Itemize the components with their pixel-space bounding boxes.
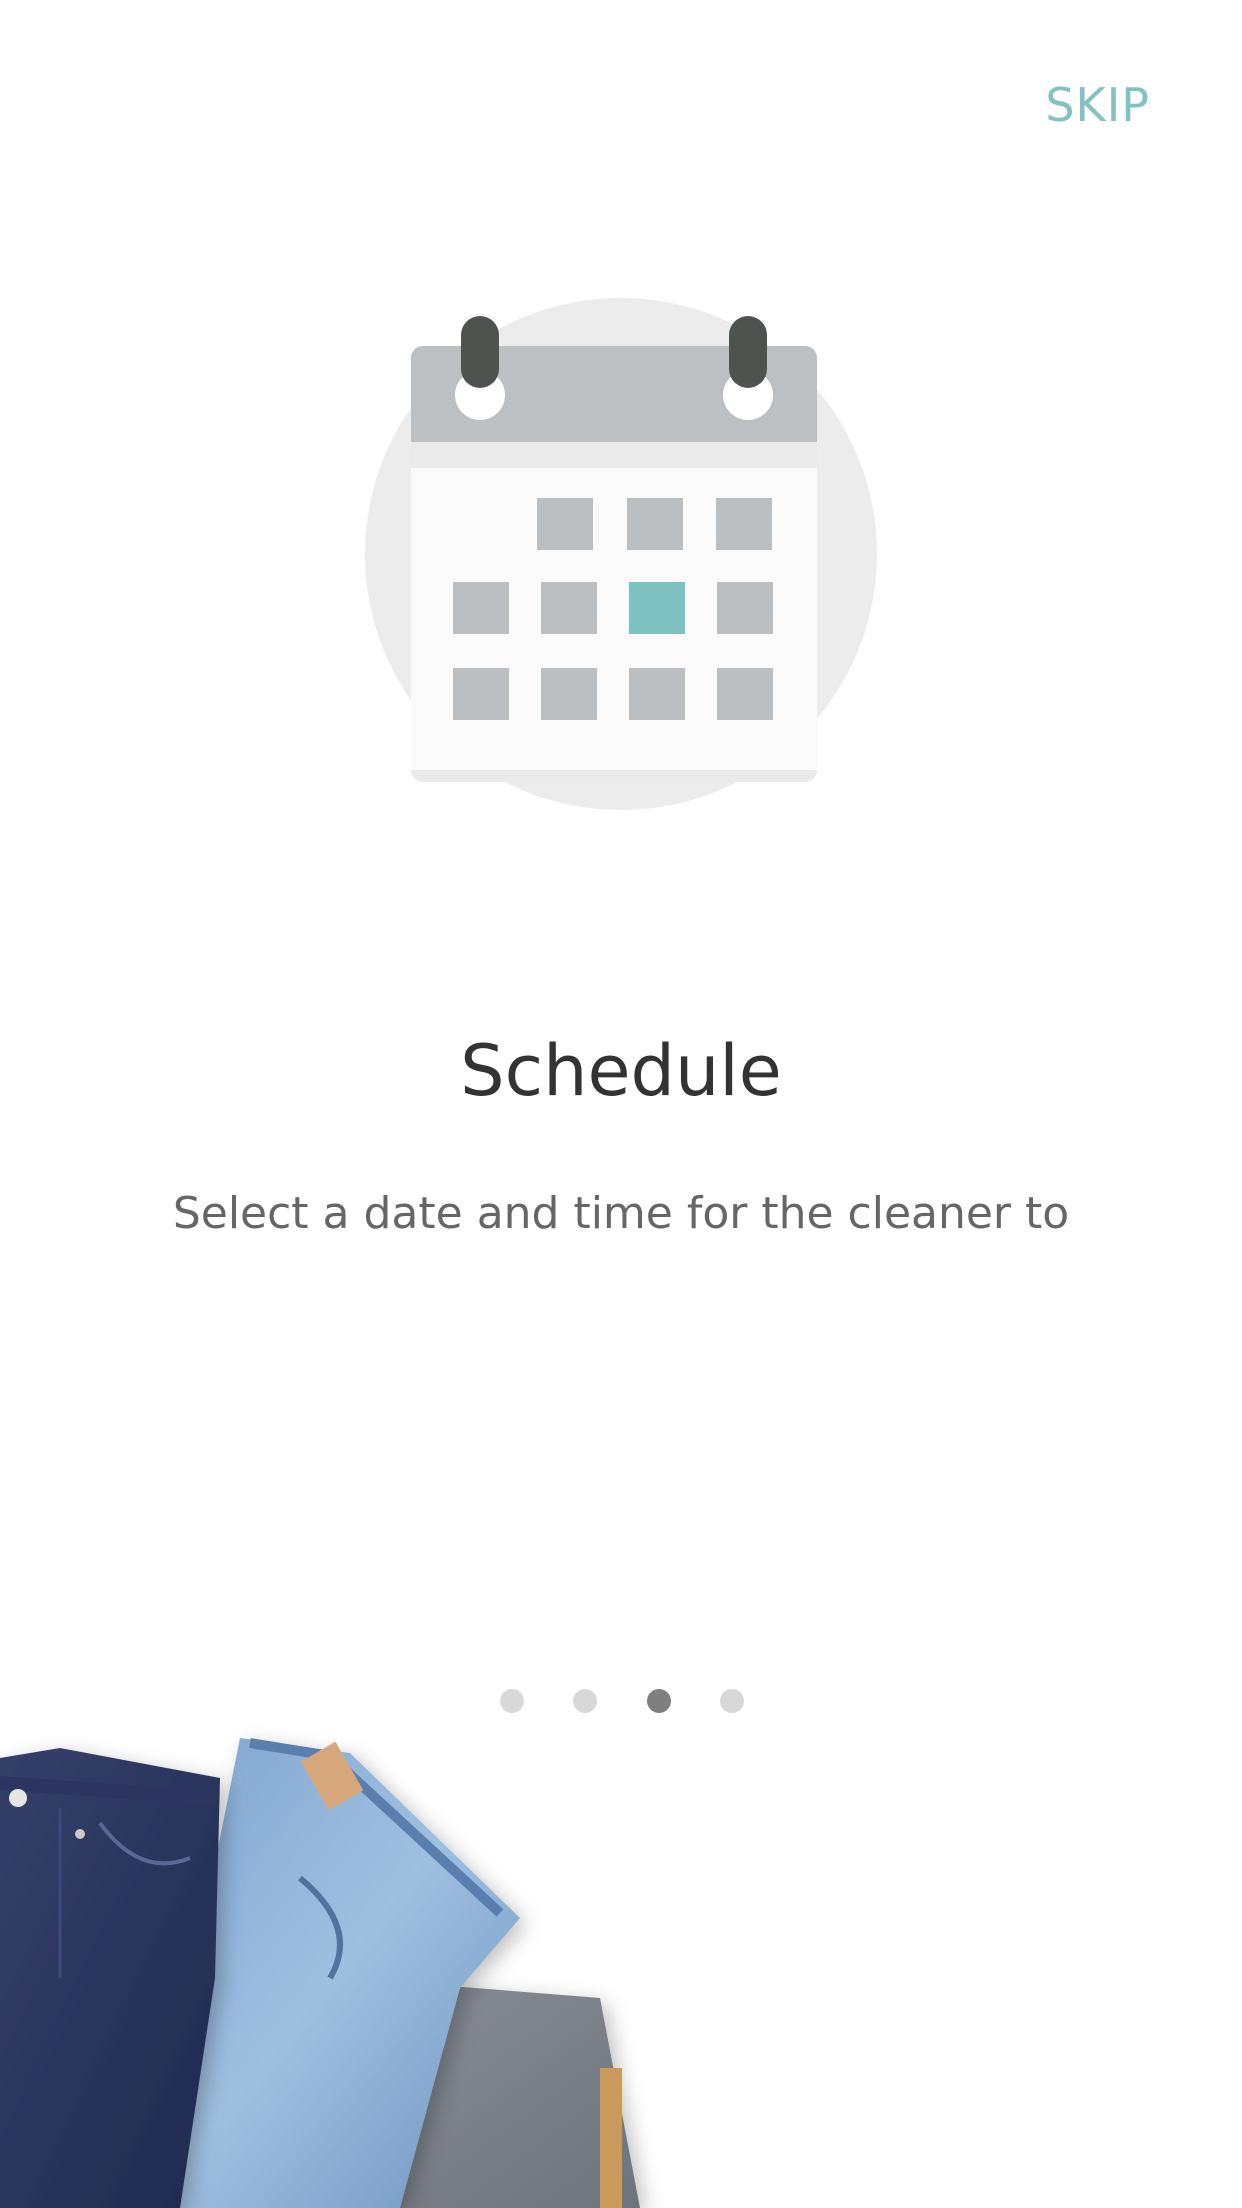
- page-dot-4[interactable]: [719, 1689, 744, 1713]
- calendar-illustration: [365, 298, 877, 810]
- calendar-icon: [365, 298, 877, 810]
- onboarding-screen: SKIP Schedule Select a date and time for…: [0, 0, 1242, 2208]
- skip-button[interactable]: SKIP: [1045, 78, 1150, 132]
- onboarding-description: Select a date and time for the cleaner t…: [172, 1188, 1070, 1239]
- onboarding-title: Schedule: [460, 1030, 782, 1112]
- jeans-decoration-image: [0, 1648, 700, 2208]
